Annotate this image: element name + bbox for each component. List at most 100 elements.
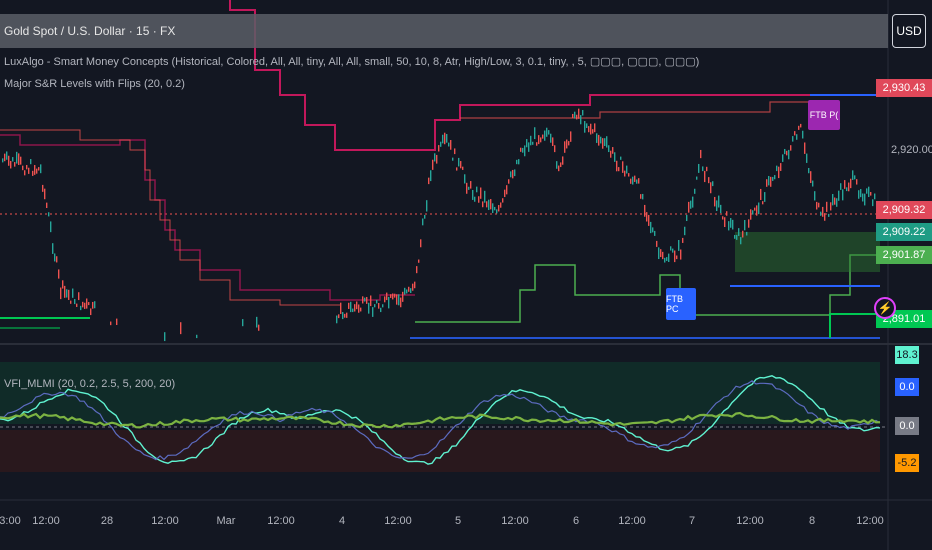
indicator-legend-vfi[interactable]: VFI_MLMI (20, 0.2, 2.5, 5, 200, 20) — [4, 378, 175, 390]
candle — [722, 216, 724, 220]
candle — [74, 299, 76, 305]
candle — [256, 316, 258, 328]
candle — [30, 159, 32, 165]
candle — [756, 205, 758, 216]
candle — [76, 303, 78, 307]
candle — [602, 138, 604, 149]
candle — [340, 302, 342, 314]
time-axis-label: 7 — [688, 515, 696, 527]
resistance-step-line-3 — [0, 129, 340, 306]
candle — [584, 120, 586, 133]
candle — [398, 294, 400, 306]
candle — [548, 130, 550, 135]
candle — [12, 157, 14, 162]
candle — [598, 134, 600, 146]
time-axis-label: 6 — [572, 515, 580, 527]
candle — [372, 307, 374, 317]
candle — [14, 162, 16, 167]
candle — [40, 164, 42, 174]
candle — [696, 176, 698, 180]
candle — [338, 314, 340, 319]
price-label-support: 2,901.87 — [876, 246, 932, 264]
candle — [736, 234, 738, 240]
candle — [364, 297, 366, 302]
candle — [6, 151, 8, 160]
candle — [708, 177, 710, 184]
candle — [546, 127, 548, 137]
candle — [664, 257, 666, 263]
candle — [694, 188, 696, 194]
candle — [20, 156, 22, 165]
indicator-legend-smc[interactable]: LuxAlgo - Smart Money Concepts (Historic… — [4, 55, 699, 68]
candle — [874, 193, 876, 200]
candle — [422, 218, 424, 226]
candle — [592, 129, 594, 134]
candle — [852, 170, 854, 180]
candle — [830, 202, 832, 211]
candle — [822, 206, 824, 217]
osc-label-zero: 0.0 — [895, 417, 919, 435]
candle — [404, 287, 406, 295]
ftb-tag-upper[interactable]: FTB P( — [808, 100, 840, 130]
lightning-icon[interactable]: ⚡ — [874, 297, 896, 319]
candle — [726, 211, 728, 216]
candle — [554, 145, 556, 153]
candle — [26, 164, 28, 170]
candle — [488, 199, 490, 211]
symbol-title[interactable]: Gold Spot / U.S. Dollar · 15 · FX — [4, 24, 175, 38]
candle — [758, 202, 760, 215]
candle — [808, 167, 810, 174]
candle — [828, 213, 830, 217]
candle — [774, 175, 776, 180]
candle — [434, 153, 436, 162]
candle — [544, 130, 546, 141]
time-axis-label: 3:00 — [0, 515, 21, 527]
candle — [90, 308, 92, 316]
candle — [196, 334, 198, 339]
candle — [860, 189, 862, 198]
price-label-resistance: 2,930.43 — [876, 79, 932, 97]
candle — [460, 161, 462, 169]
candle — [872, 199, 874, 207]
candle — [560, 162, 562, 168]
candle — [442, 134, 444, 144]
candle — [18, 153, 20, 165]
candle — [536, 142, 538, 146]
currency-button[interactable]: USD — [892, 14, 926, 48]
candle — [454, 148, 456, 155]
candle — [776, 165, 778, 172]
candle — [568, 141, 570, 146]
candle — [868, 186, 870, 198]
candle — [626, 165, 628, 174]
candle — [452, 157, 454, 161]
ftb-tag-lower[interactable]: FTB PC — [666, 288, 696, 320]
candle — [686, 214, 688, 222]
candle — [464, 174, 466, 184]
time-axis-label: Mar — [216, 515, 236, 527]
candle — [66, 289, 68, 298]
price-tick: 2,920.00 — [891, 144, 932, 156]
indicator-legend-sr[interactable]: Major S&R Levels with Flips (20, 0.2) — [4, 78, 185, 90]
candle — [116, 318, 118, 326]
candle — [802, 130, 804, 139]
candle — [644, 204, 646, 217]
candle — [752, 210, 754, 215]
candle — [660, 249, 662, 258]
candle — [78, 292, 80, 301]
candle — [478, 196, 480, 203]
candle — [706, 166, 708, 172]
candle — [804, 142, 806, 154]
candle — [362, 296, 364, 304]
candle — [658, 247, 660, 260]
candle — [16, 151, 18, 164]
candle — [856, 179, 858, 185]
candle — [606, 136, 608, 148]
candle — [562, 156, 564, 165]
time-axis-label: 8 — [808, 515, 816, 527]
candle — [514, 169, 516, 177]
candle — [538, 135, 540, 145]
candle — [64, 285, 66, 298]
candle — [410, 288, 412, 293]
candle — [462, 166, 464, 170]
candle — [632, 176, 634, 185]
